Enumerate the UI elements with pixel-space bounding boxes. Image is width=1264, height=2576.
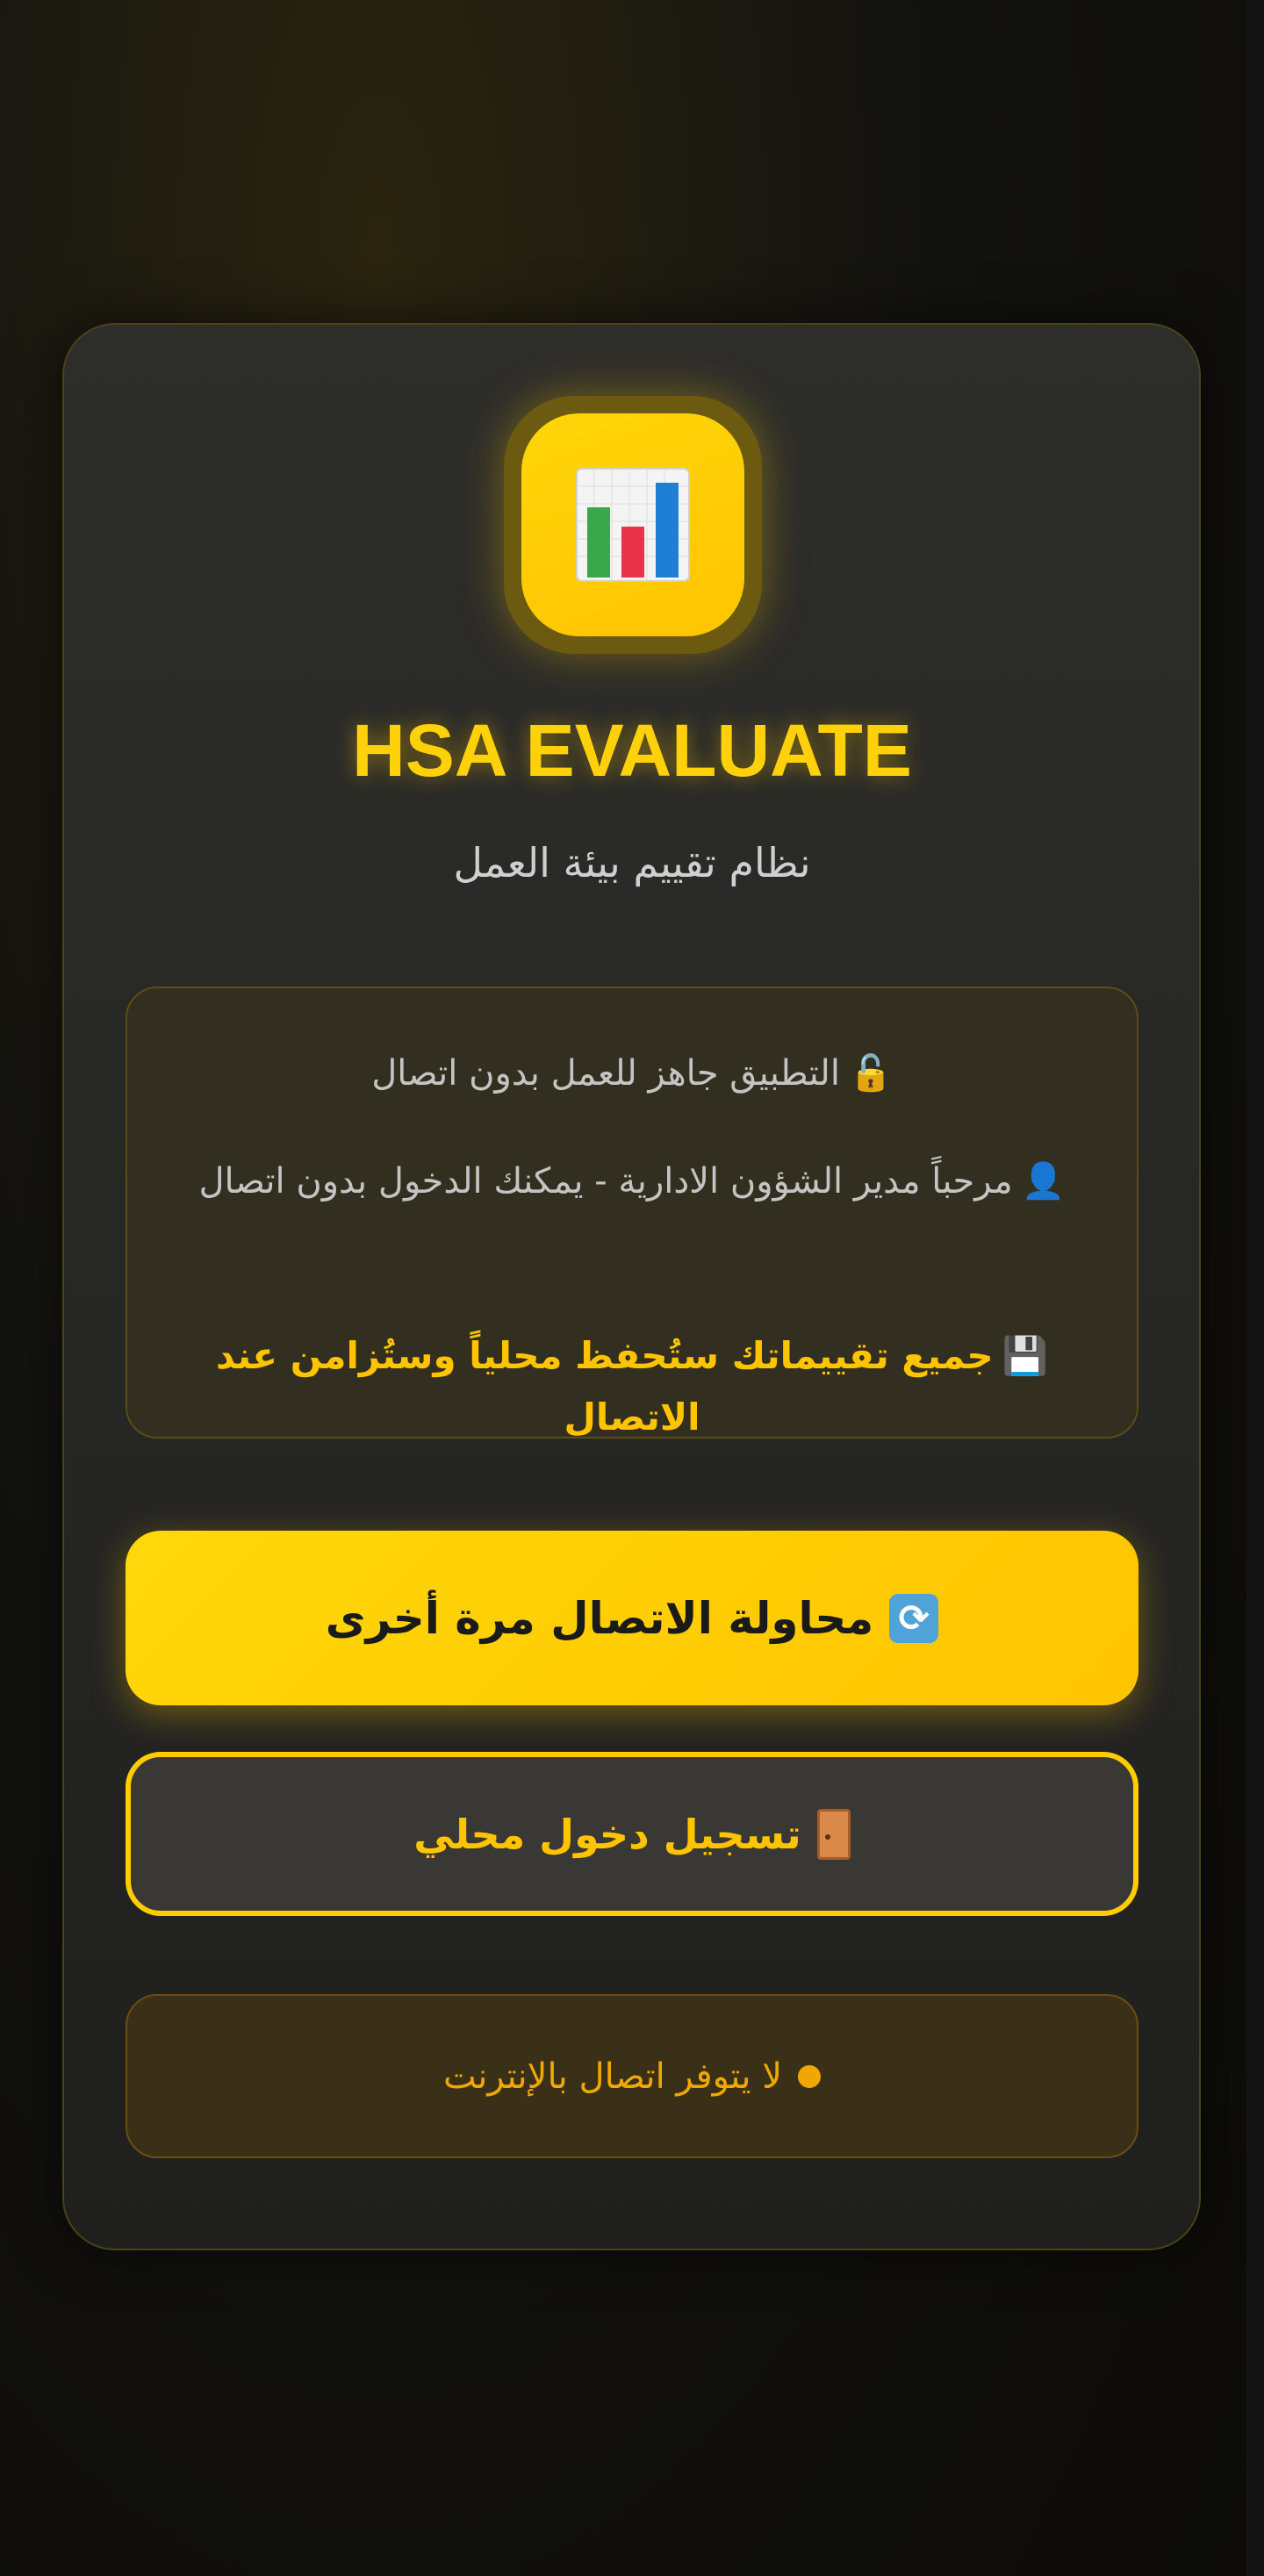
offline-ready-message: 🔓التطبيق جاهز للعمل بدون اتصال (158, 1043, 1106, 1104)
unlock-icon: 🔓 (848, 1053, 893, 1094)
app-subtitle: نظام تقييم بيئة العمل (453, 839, 811, 886)
status-dot-icon (798, 2064, 822, 2088)
welcome-message: 👤مرحباً مدير الشؤون الادارية - يمكنك الد… (158, 1145, 1106, 1217)
retry-connection-label: محاولة الاتصال مرة أخرى (325, 1592, 874, 1644)
floppy-disk-icon: 💾 (1002, 1334, 1048, 1377)
local-login-label: تسجيل دخول محلي (413, 1810, 801, 1858)
sync-notice-text: جميع تقييماتك ستُحفظ محلياً وستُزامن عند… (216, 1334, 994, 1439)
door-icon (816, 1808, 851, 1860)
connection-status-banner: لا يتوفر اتصال بالإنترنت (126, 1994, 1138, 2158)
app-title: HSA EVALUATE (352, 709, 912, 792)
scrollbar-track[interactable] (1246, 0, 1264, 2576)
welcome-text: مرحباً مدير الشؤون الادارية - يمكنك الدخ… (198, 1161, 1013, 1202)
sync-notice: 💾جميع تقييماتك ستُحفظ محلياً وستُزامن عن… (158, 1325, 1106, 1448)
offline-ready-text: التطبيق جاهز للعمل بدون اتصال (371, 1053, 840, 1094)
app-logo (521, 413, 744, 636)
retry-connection-button[interactable]: ⟳ محاولة الاتصال مرة أخرى (126, 1531, 1138, 1705)
refresh-icon: ⟳ (889, 1593, 939, 1643)
local-login-button[interactable]: تسجيل دخول محلي (126, 1752, 1138, 1916)
user-icon: 👤 (1021, 1161, 1066, 1202)
connection-status-text: لا يتوفر اتصال بالإنترنت (443, 2056, 783, 2097)
bar-chart-icon (576, 468, 690, 582)
